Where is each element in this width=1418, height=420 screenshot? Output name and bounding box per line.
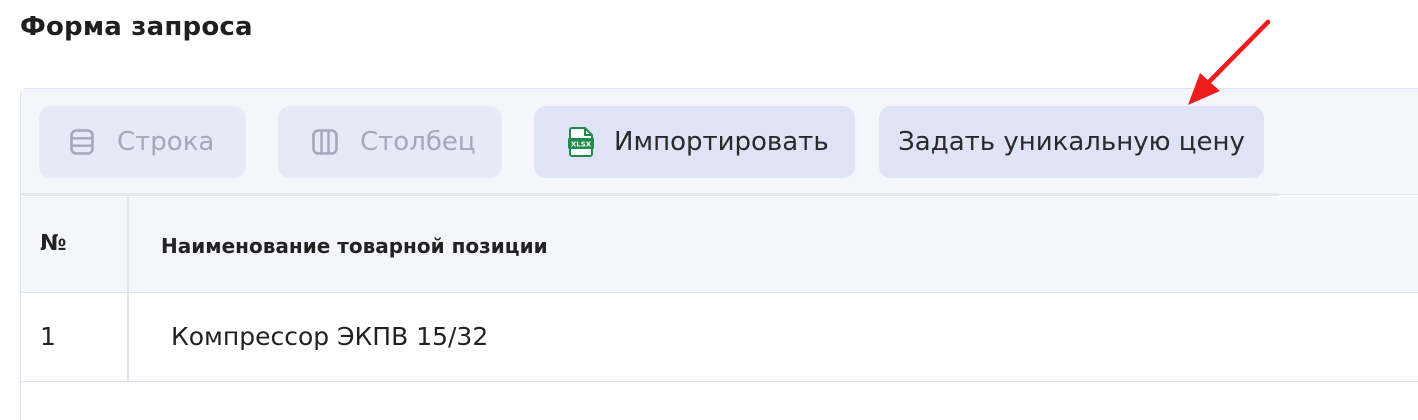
add-column-button[interactable]: Столбец <box>278 106 502 178</box>
column-divider <box>127 197 129 382</box>
toolbar-divider <box>21 193 1279 196</box>
svg-text:XLSX: XLSX <box>571 141 592 149</box>
column-header-number[interactable]: № <box>40 231 66 256</box>
request-form-panel: Строка Столбец XLSX Импортировать Задать… <box>20 88 1418 420</box>
columns-icon <box>312 127 338 157</box>
import-label: Импортировать <box>614 127 829 157</box>
add-row-button[interactable]: Строка <box>39 106 246 178</box>
set-unique-price-label: Задать уникальную цену <box>898 127 1245 157</box>
page-title: Форма запроса <box>20 12 253 42</box>
xlsx-file-icon: XLSX <box>568 127 594 157</box>
rows-icon <box>69 127 95 157</box>
add-column-label: Столбец <box>360 127 476 157</box>
column-header-item-name[interactable]: Наименование товарной позиции <box>161 234 548 258</box>
toolbar: Строка Столбец XLSX Импортировать Задать… <box>21 89 1418 195</box>
page: Форма запроса Строка Столбец XLSX Импорт… <box>0 0 1418 420</box>
add-row-label: Строка <box>117 127 215 157</box>
row-number-cell: 1 <box>40 322 56 351</box>
import-button[interactable]: XLSX Импортировать <box>534 106 855 178</box>
item-name-cell[interactable]: Компрессор ЭКПВ 15/32 <box>171 322 488 351</box>
set-unique-price-button[interactable]: Задать уникальную цену <box>879 106 1264 178</box>
table-row[interactable]: 1 Компрессор ЭКПВ 15/32 <box>21 293 1418 382</box>
table-header-row: № Наименование товарной позиции <box>21 197 1418 293</box>
